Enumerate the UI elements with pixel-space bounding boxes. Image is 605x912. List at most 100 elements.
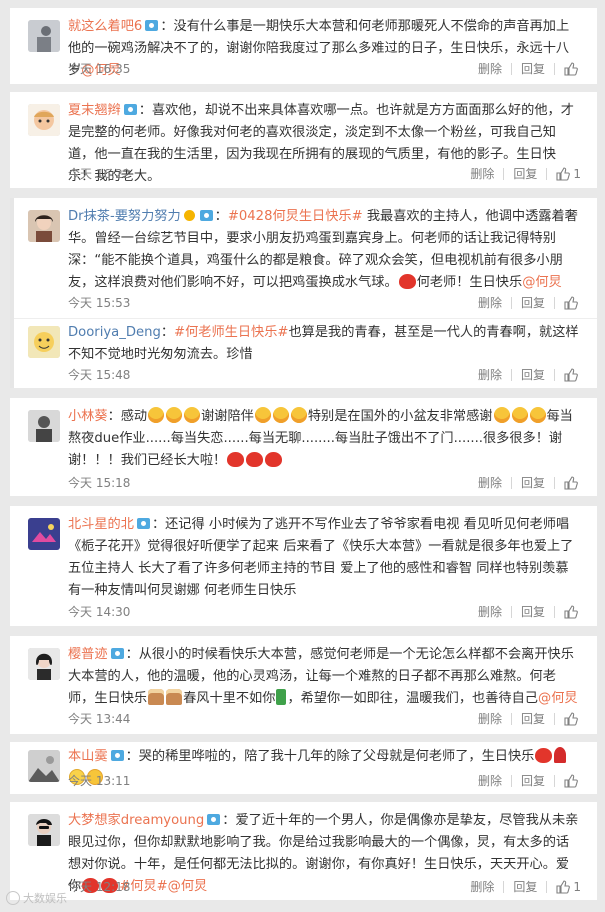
delete-button[interactable]: 删除 xyxy=(469,474,511,491)
like-count: 1 xyxy=(573,879,581,894)
username-link[interactable]: 樱普迹 xyxy=(68,647,108,662)
username-link[interactable]: 小林葵 xyxy=(68,409,108,424)
comment-card: Dr抹茶-要努力努力 ：#0428何炅生日快乐# 我最喜欢的主持人，他调中透露着奢… xyxy=(10,198,597,388)
member-badge-icon xyxy=(145,20,159,31)
avatar[interactable] xyxy=(28,210,60,242)
cake-emoji-icon xyxy=(148,689,165,705)
like-button[interactable] xyxy=(555,773,581,788)
username-link[interactable]: Dr抹茶-要努力努力 xyxy=(68,209,181,224)
avatar[interactable] xyxy=(28,20,60,52)
delete-button[interactable]: 删除 xyxy=(469,603,511,620)
reply-button[interactable]: 回复 xyxy=(504,165,546,182)
reply-button[interactable]: 回复 xyxy=(512,710,554,727)
hashtag-link[interactable]: #何老师生日快乐# xyxy=(174,325,288,340)
like-button[interactable] xyxy=(555,475,581,490)
username-link[interactable]: 大梦想家dreamyoung xyxy=(68,813,204,828)
timestamp: 今天 15:48 xyxy=(68,368,131,382)
thumbs-up-icon xyxy=(564,367,578,382)
delete-button[interactable]: 删除 xyxy=(461,878,503,895)
member-badge-icon xyxy=(110,648,124,659)
comment-text: 何老师！生日快乐 xyxy=(416,275,523,290)
like-button[interactable] xyxy=(555,367,581,382)
comment-card: 大梦想家dreamyoung ：爱了近十年的一个男人，你是偶像亦是挚友，尽管我从未… xyxy=(10,802,597,900)
crying-emoji-icon xyxy=(511,407,528,423)
avatar[interactable] xyxy=(28,104,60,136)
comment-text: 特别是在国外的小盆友非常感谢 xyxy=(307,409,493,424)
reply-button[interactable]: 回复 xyxy=(512,366,554,383)
delete-button[interactable]: 删除 xyxy=(469,294,511,311)
watermark-text: 大数娱乐 xyxy=(23,892,67,905)
username-link[interactable]: 北斗星的北 xyxy=(68,517,134,532)
reply-button[interactable]: 回复 xyxy=(504,878,546,895)
mention-link[interactable]: @何炅 xyxy=(522,275,562,290)
comment-meta: 今天 13:44 删除 回复 xyxy=(68,710,581,730)
delete-button[interactable]: 删除 xyxy=(469,60,511,77)
username-link[interactable]: 本山霙 xyxy=(68,749,108,764)
comment-meta: 今天 16:22 删除 回复 1 xyxy=(68,165,581,185)
username-link[interactable]: 就这么着吧6 xyxy=(68,19,142,34)
mention-link[interactable]: @何炅 xyxy=(538,691,578,706)
comment-feed: 就这么着吧6 ：没有什么事是一期快乐大本营和何老师那暖死人不偿命的声音再加上他的一… xyxy=(0,0,605,912)
avatar[interactable] xyxy=(28,814,60,846)
timestamp: 今天 14:30 xyxy=(68,605,131,619)
comment-card: 夏末翘辫 ：喜欢他，却说不出来具体喜欢哪一点。也许就是方方面面那么好的他，才是完整… xyxy=(10,92,597,188)
member-badge-icon xyxy=(123,104,137,115)
timestamp: 今天 15:53 xyxy=(68,296,131,310)
reply-button[interactable]: 回复 xyxy=(512,60,554,77)
like-button[interactable] xyxy=(555,61,581,76)
reply-button[interactable]: 回复 xyxy=(512,294,554,311)
like-button[interactable]: 1 xyxy=(547,167,581,181)
like-button[interactable] xyxy=(555,711,581,726)
crying-emoji-icon xyxy=(148,407,165,423)
delete-button[interactable]: 删除 xyxy=(461,165,503,182)
crying-emoji-icon xyxy=(254,407,271,423)
comment-text: 还记得 小时候为了逃开不写作业去了爷爷家看电视 看见听见何老师唱《栀子花开》觉得… xyxy=(68,517,574,598)
comment-card: 本山霙 ：哭的稀里哗啦的，陪了我十几年的除了父母就是何老师了，生日快乐 今天 13… xyxy=(10,742,597,794)
quote-strip xyxy=(10,198,14,388)
thumbs-up-icon xyxy=(564,773,578,788)
weibo-logo-icon xyxy=(6,891,20,905)
avatar[interactable] xyxy=(28,410,60,442)
avatar[interactable] xyxy=(28,648,60,680)
crying-emoji-icon xyxy=(272,407,289,423)
like-button[interactable] xyxy=(555,295,581,310)
timestamp: 今天 16:22 xyxy=(68,167,131,181)
watermark: 大数娱乐 xyxy=(6,890,67,906)
comment-meta: 今天 15:53 删除 回复 xyxy=(68,294,581,314)
member-badge-icon xyxy=(136,518,150,529)
username-link[interactable]: 夏末翘辫 xyxy=(68,103,121,118)
like-button[interactable] xyxy=(555,604,581,619)
bamboo-emoji-icon xyxy=(276,689,287,705)
delete-button[interactable]: 删除 xyxy=(469,710,511,727)
comment-card: 就这么着吧6 ：没有什么事是一期快乐大本营和何老师那暖死人不偿命的声音再加上他的一… xyxy=(10,8,597,84)
member-badge-icon xyxy=(110,750,124,761)
hashtag-link[interactable]: #0428何炅生日快乐# xyxy=(228,209,363,224)
avatar[interactable] xyxy=(28,326,60,358)
reply-button[interactable]: 回复 xyxy=(512,772,554,789)
reply-button[interactable]: 回复 xyxy=(512,603,554,620)
delete-button[interactable]: 删除 xyxy=(469,366,511,383)
comment-body: 北斗星的北 ：还记得 小时候为了逃开不写作业去了爷爷家看电视 看见听见何老师唱《栀… xyxy=(68,517,574,598)
comment-meta: 今天 12:18 删除 回复 1 xyxy=(68,878,581,898)
crying-emoji-icon xyxy=(290,407,307,423)
avatar[interactable] xyxy=(28,750,60,782)
member-badge-icon xyxy=(199,210,213,221)
comment-card: 小林葵：感动 谢谢陪伴 特别是在国外的小盆友非常感谢 每当熬夜due作业......每… xyxy=(10,398,597,496)
username-link[interactable]: Dooriya_Deng xyxy=(68,325,161,340)
timestamp: 今天 12:18 xyxy=(68,880,131,894)
comment-meta: 今天 16:35 删除 回复 xyxy=(68,60,581,80)
crying-emoji-icon xyxy=(166,407,183,423)
heart-emoji-icon xyxy=(398,274,416,289)
thumbs-up-icon xyxy=(564,295,578,310)
crying-emoji-icon xyxy=(184,407,201,423)
thumbs-up-icon xyxy=(564,604,578,619)
comment-text: 哭的稀里哗啦的，陪了我十几年的除了父母就是何老师了，生日快乐 xyxy=(138,749,535,764)
like-button[interactable]: 1 xyxy=(547,880,581,894)
comment-card: 北斗星的北 ：还记得 小时候为了逃开不写作业去了爷爷家看电视 看见听见何老师唱《栀… xyxy=(10,506,597,626)
reply-button[interactable]: 回复 xyxy=(512,474,554,491)
thumbs-up-icon xyxy=(556,166,571,181)
avatar[interactable] xyxy=(28,518,60,550)
thumbs-up-icon xyxy=(556,879,571,894)
timestamp: 今天 13:44 xyxy=(68,712,131,726)
delete-button[interactable]: 删除 xyxy=(469,772,511,789)
